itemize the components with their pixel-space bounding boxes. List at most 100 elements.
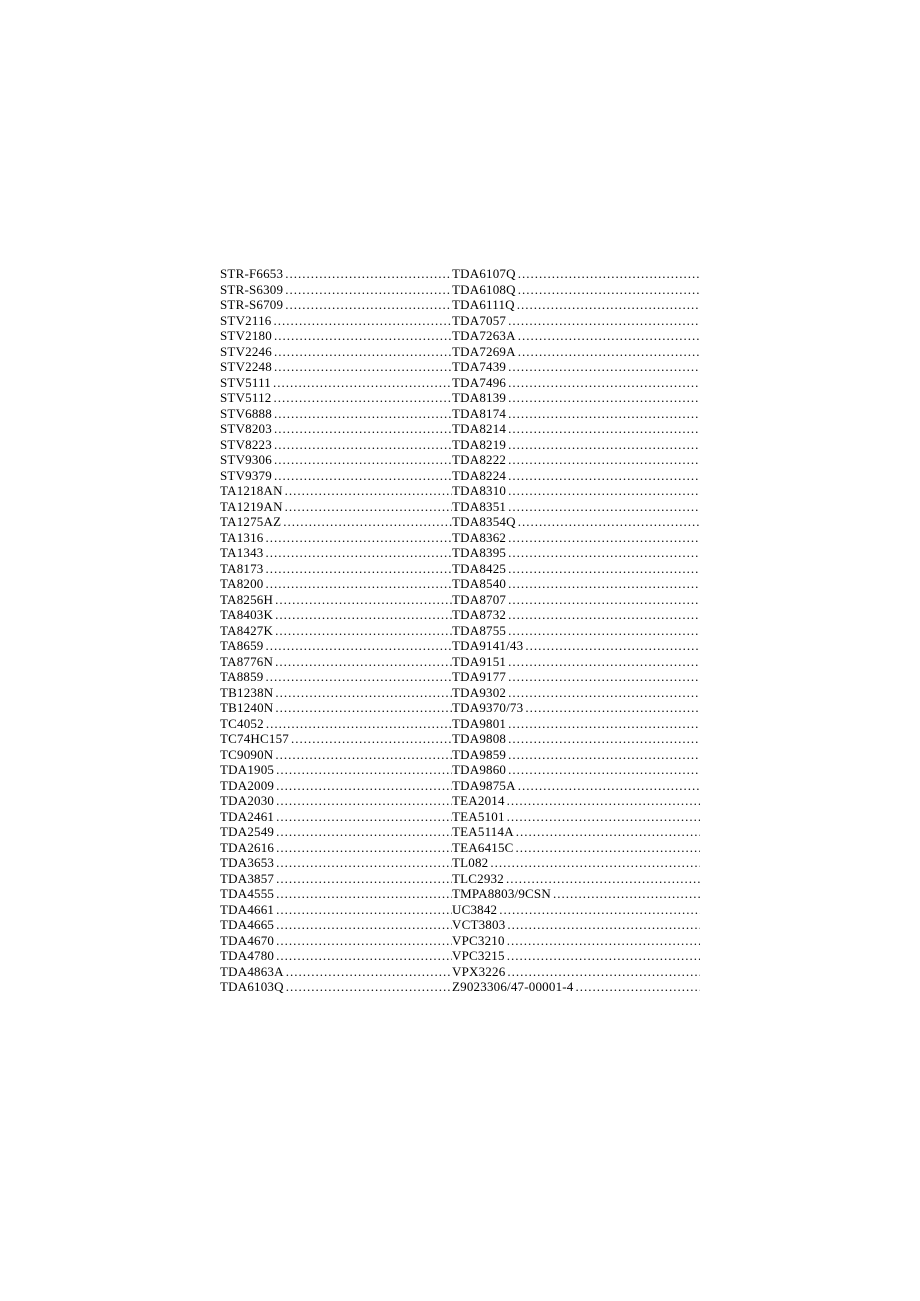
leader-dots [518, 266, 700, 282]
index-entry-label: TEA2014 [452, 793, 507, 809]
leader-dots [285, 266, 452, 282]
index-entry-label: TA8173 [220, 561, 266, 577]
index-entry: STR-S6709 [220, 297, 452, 313]
leader-dots [274, 421, 452, 437]
leader-dots [273, 313, 452, 329]
index-entry-label: STV2180 [220, 328, 274, 344]
index-entry: STV9306 [220, 452, 452, 468]
index-entry-label: TDA6107Q [452, 266, 518, 282]
index-entry-label: TDA9860 [452, 762, 508, 778]
index-entry-label: TC74HC157 [220, 731, 291, 747]
leader-dots [507, 964, 700, 980]
index-entry: STV9379 [220, 468, 452, 484]
leader-dots [276, 933, 452, 949]
leader-dots [507, 948, 700, 964]
index-entry: TDA9141/43 [452, 638, 700, 654]
index-entry: TDA2030 [220, 793, 452, 809]
leader-dots [525, 638, 700, 654]
index-entry-label: TDA4661 [220, 902, 276, 918]
leader-dots [518, 514, 700, 530]
leader-dots [576, 979, 700, 995]
leader-dots [266, 669, 453, 685]
leader-dots [508, 669, 700, 685]
index-entry-label: TEA5114A [452, 824, 516, 840]
index-entry: TDA8222 [452, 452, 700, 468]
leader-dots [508, 716, 700, 732]
index-entry-label: UC3842 [452, 902, 499, 918]
leader-dots [276, 948, 452, 964]
index-entry: STR-S6309 [220, 282, 452, 298]
leader-dots [274, 437, 452, 453]
leader-dots [507, 793, 700, 809]
index-entry-label: TA8659 [220, 638, 266, 654]
index-column-left: STR-F6653STR-S6309STR-S6709STV2116STV218… [220, 266, 452, 995]
index-entry: TC74HC157 [220, 731, 452, 747]
index-entry: TA1218AN [220, 483, 452, 499]
index-entry: TA1219AN [220, 499, 452, 515]
index-entry: TDA9808 [452, 731, 700, 747]
index-entry: TDA7269A [452, 344, 700, 360]
index-entry: TEA5114A [452, 824, 700, 840]
index-entry: VPC3210 [452, 933, 700, 949]
leader-dots [276, 809, 452, 825]
index-entry-label: VPC3215 [452, 948, 507, 964]
index-entry-label: TDA6111Q [452, 297, 517, 313]
index-entry-label: TDA2461 [220, 809, 276, 825]
leader-dots [508, 437, 700, 453]
index-entry-label: TDA1905 [220, 762, 276, 778]
index-entry: TDA7496 [452, 375, 700, 391]
index-entry: TEA2014 [452, 793, 700, 809]
leader-dots [508, 654, 700, 670]
leader-dots [273, 390, 452, 406]
index-entry: TDA9151 [452, 654, 700, 670]
index-entry: TA8403K [220, 607, 452, 623]
index-entry-label: TA8859 [220, 669, 266, 685]
leader-dots [266, 638, 453, 654]
leader-dots [507, 917, 700, 933]
index-entry-label: Z9023306/47-00001-4 [452, 979, 576, 995]
index-entry: TDA9370/73 [452, 700, 700, 716]
index-entry: STR-F6653 [220, 266, 452, 282]
leader-dots [276, 762, 452, 778]
index-entry-label: TDA4665 [220, 917, 276, 933]
leader-dots [276, 824, 452, 840]
index-entry: TDA4555 [220, 886, 452, 902]
index-entry-label: TDA2549 [220, 824, 276, 840]
index-entry: TDA7439 [452, 359, 700, 375]
leader-dots [276, 917, 452, 933]
index-entry-label: TL082 [452, 855, 490, 871]
index-entry: TDA8219 [452, 437, 700, 453]
leader-dots [508, 313, 700, 329]
leader-dots [286, 979, 452, 995]
index-entry: TB1238N [220, 685, 452, 701]
index-entry-label: TA8403K [220, 607, 275, 623]
index-entry: STV2116 [220, 313, 452, 329]
index-entry-label: TDA4670 [220, 933, 276, 949]
index-entry-label: STV6888 [220, 406, 274, 422]
index-entry: Z9023306/47-00001-4 [452, 979, 700, 995]
leader-dots [274, 406, 452, 422]
index-entry: TDA8354Q [452, 514, 700, 530]
leader-dots [274, 328, 452, 344]
index-entry: TDA8362 [452, 530, 700, 546]
leader-dots [508, 390, 700, 406]
leader-dots [276, 840, 452, 856]
leader-dots [508, 421, 700, 437]
index-entry-label: TDA8310 [452, 483, 508, 499]
index-entry-label: STR-S6309 [220, 282, 285, 298]
index-entry-label: TDA7057 [452, 313, 508, 329]
index-entry: TL082 [452, 855, 700, 871]
leader-dots [508, 607, 700, 623]
index-entry-label: STV2246 [220, 344, 274, 360]
leader-dots [276, 778, 452, 794]
index-entry: TDA9177 [452, 669, 700, 685]
index-entry-label: TDA8174 [452, 406, 508, 422]
index-entry-label: TDA8222 [452, 452, 508, 468]
index-entry: TDA6108Q [452, 282, 700, 298]
leader-dots [276, 886, 452, 902]
leader-dots [266, 530, 453, 546]
leader-dots [508, 762, 700, 778]
index-entry-label: TLC2932 [452, 871, 506, 887]
index-entry-label: TA1316 [220, 530, 266, 546]
index-entry: STV8223 [220, 437, 452, 453]
